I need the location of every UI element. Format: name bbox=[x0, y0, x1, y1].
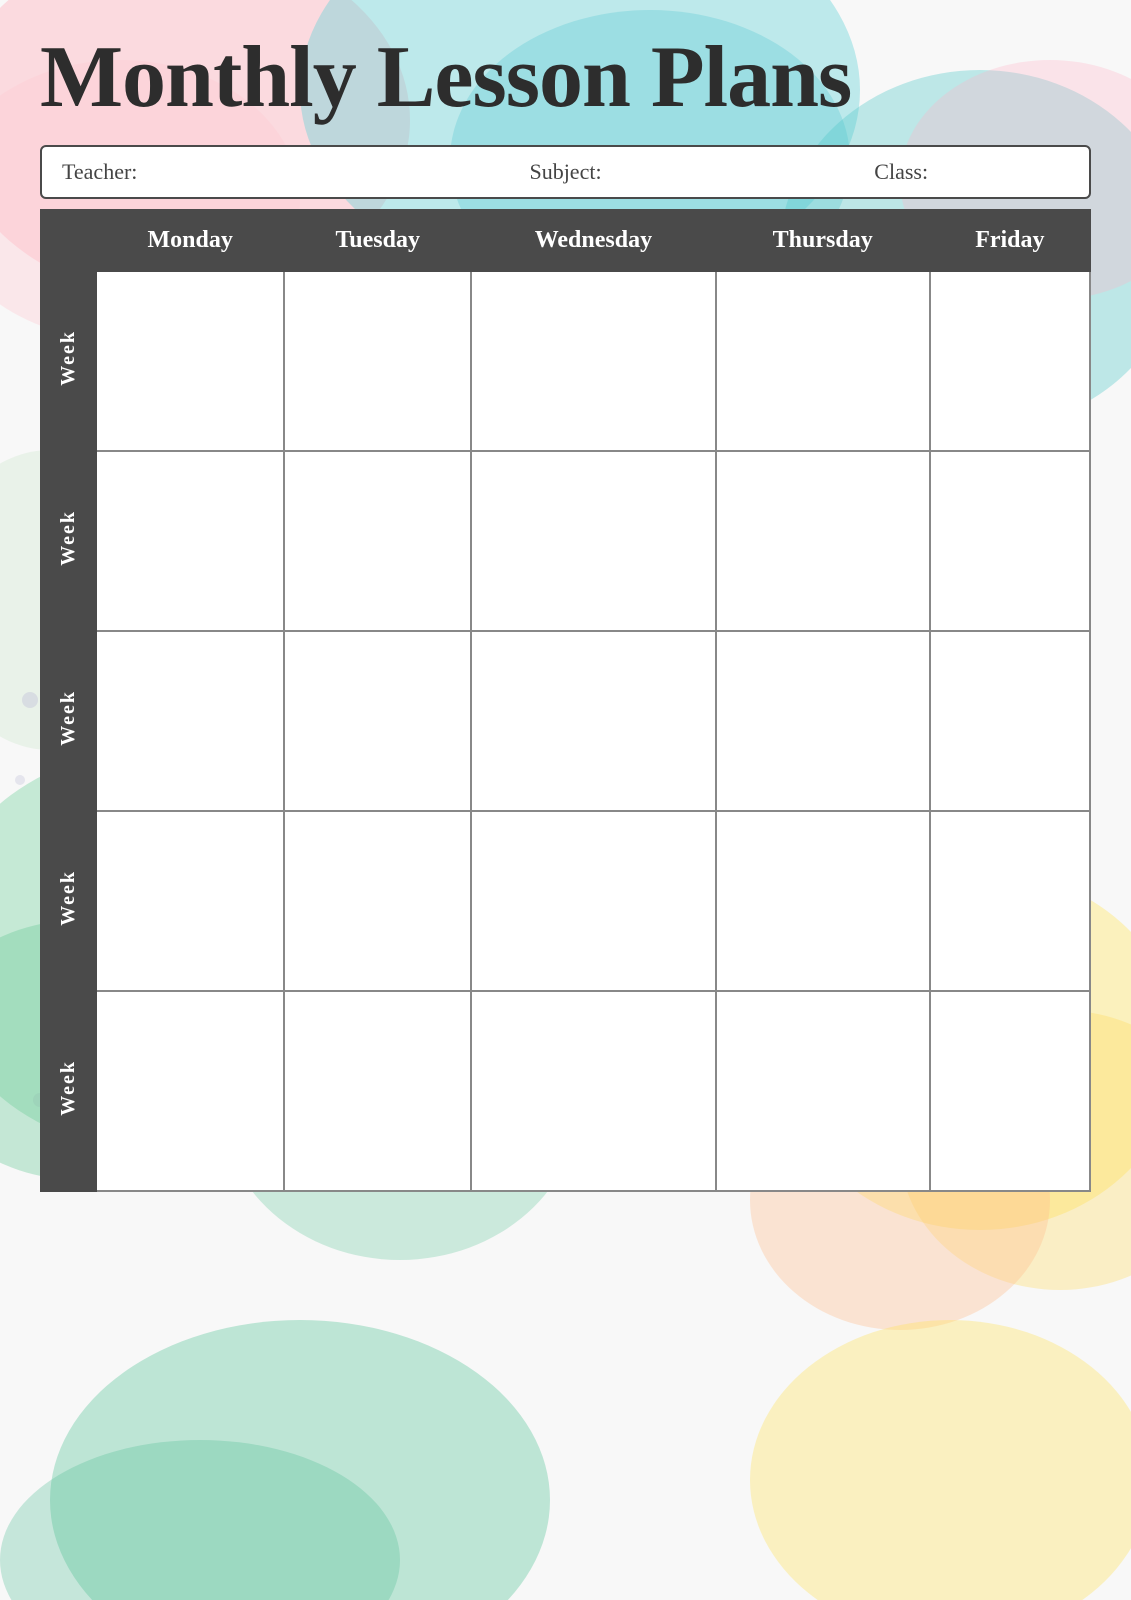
week-2-label: Week bbox=[41, 451, 96, 631]
week-5-tuesday-cell[interactable] bbox=[284, 991, 471, 1191]
week-4-monday-cell[interactable] bbox=[96, 811, 284, 991]
week-2-monday-cell[interactable] bbox=[96, 451, 284, 631]
week-5-label: Week bbox=[41, 991, 96, 1191]
friday-header: Friday bbox=[930, 210, 1090, 271]
week-5-thursday-cell[interactable] bbox=[716, 991, 930, 1191]
week-1-tuesday-cell[interactable] bbox=[284, 271, 471, 451]
planner-table: Monday Tuesday Wednesday Thursday Friday… bbox=[40, 209, 1091, 1192]
week-3-monday-cell[interactable] bbox=[96, 631, 284, 811]
monday-header: Monday bbox=[96, 210, 284, 271]
tuesday-header: Tuesday bbox=[284, 210, 471, 271]
week-1-friday-cell[interactable] bbox=[930, 271, 1090, 451]
week-3-label: Week bbox=[41, 631, 96, 811]
week-3-friday-cell[interactable] bbox=[930, 631, 1090, 811]
week-4-wednesday-cell[interactable] bbox=[471, 811, 716, 991]
week-2-friday-cell[interactable] bbox=[930, 451, 1090, 631]
class-label: Class: bbox=[733, 159, 1069, 185]
week-3-thursday-cell[interactable] bbox=[716, 631, 930, 811]
week-4-friday-cell[interactable] bbox=[930, 811, 1090, 991]
week-3-wednesday-cell[interactable] bbox=[471, 631, 716, 811]
week-1-thursday-cell[interactable] bbox=[716, 271, 930, 451]
subject-label: Subject: bbox=[398, 159, 734, 185]
thursday-header: Thursday bbox=[716, 210, 930, 271]
week-5-wednesday-cell[interactable] bbox=[471, 991, 716, 1191]
week-5-monday-cell[interactable] bbox=[96, 991, 284, 1191]
week-4-thursday-cell[interactable] bbox=[716, 811, 930, 991]
week-2-wednesday-cell[interactable] bbox=[471, 451, 716, 631]
week-4-label: Week bbox=[41, 811, 96, 991]
week-2-tuesday-cell[interactable] bbox=[284, 451, 471, 631]
teacher-label: Teacher: bbox=[62, 159, 398, 185]
week-3-tuesday-cell[interactable] bbox=[284, 631, 471, 811]
corner-header bbox=[41, 210, 96, 271]
page-title: Monthly Lesson Plans bbox=[40, 30, 1091, 127]
wednesday-header: Wednesday bbox=[471, 210, 716, 271]
week-1-wednesday-cell[interactable] bbox=[471, 271, 716, 451]
info-bar: Teacher: Subject: Class: bbox=[40, 145, 1091, 199]
week-4-tuesday-cell[interactable] bbox=[284, 811, 471, 991]
week-1-label: Week bbox=[41, 271, 96, 451]
week-2-thursday-cell[interactable] bbox=[716, 451, 930, 631]
week-1-monday-cell[interactable] bbox=[96, 271, 284, 451]
week-5-friday-cell[interactable] bbox=[930, 991, 1090, 1191]
